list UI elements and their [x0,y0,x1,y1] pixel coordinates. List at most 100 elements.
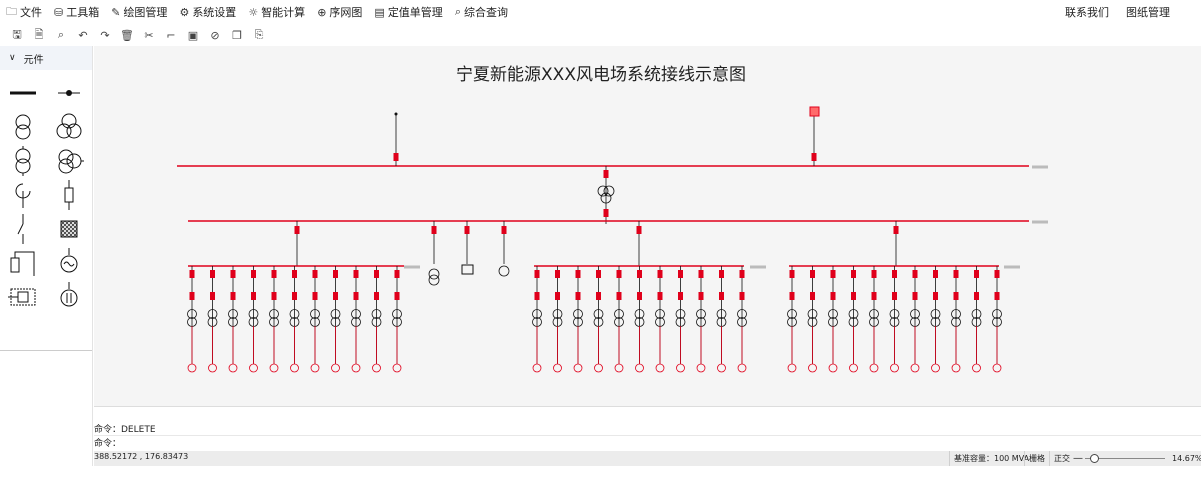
turbine-breaker [739,270,745,278]
redo-icon[interactable]: ↷ [94,25,116,45]
turbine-disconnector [394,292,400,300]
menu-item-7[interactable]: ⌕ 综合查询 [449,0,514,24]
undo-icon[interactable]: ↶ [72,25,94,45]
menu-item-label: 智能计算 [261,6,306,19]
turbine-disconnector [912,292,918,300]
node-tool[interactable] [52,77,86,109]
wind-turbine-generator [372,363,381,373]
zoom-slider-handle[interactable] [1090,454,1099,463]
collector-breaker [893,226,899,234]
tools-icon[interactable]: ✂ [138,25,160,45]
turbine-disconnector [830,292,836,300]
converter-tool[interactable] [6,281,40,313]
turbine-disconnector [189,292,195,300]
wind-turbine-generator [187,363,197,373]
turbine-breaker [698,270,704,278]
palette-divider [0,350,92,351]
save-icon[interactable]: 🖫 [6,25,28,45]
turbine-breaker [994,270,1000,278]
folder-icon: 🗀 [6,4,17,18]
ortho-toggle[interactable]: 正交 [1049,451,1074,466]
menu-item-3[interactable]: ⚙ 系统设置 [173,0,242,24]
delete-icon[interactable]: 🗑 [116,25,138,45]
zoom-icon[interactable]: ⌕ [50,25,72,45]
single-line-diagram[interactable] [94,46,1201,406]
turbine-breaker [210,270,215,278]
busbar-tool[interactable] [6,77,40,109]
drawings-label: 图纸管理 [1126,6,1170,19]
turbine-breaker [616,270,622,278]
menu-item-label: 绘图管理 [123,6,168,19]
grounding-breaker [811,153,817,161]
grid-toggle[interactable]: 栅格 [1024,451,1049,466]
menu-item-label: 文件 [20,6,42,19]
turbine-disconnector [251,292,256,300]
menu-item-label: 工具箱 [66,6,100,19]
ac-source-tool[interactable] [52,247,86,279]
component-palette [0,70,92,351]
two-winding-transformer-tool[interactable] [6,111,40,143]
turbine-breaker [292,270,297,278]
menu-item-5[interactable]: ⊕ 序网图 [311,0,368,24]
turbine-disconnector [678,292,683,300]
transformer-with-tap-tool[interactable] [6,145,40,177]
turbine-disconnector [871,292,877,300]
menu-item-0[interactable]: 🗀 文件 [0,0,48,24]
gear-icon: ⚙ [179,5,190,19]
paste-icon[interactable]: ⎘ [248,25,270,45]
station-transformer [428,268,440,280]
turbine-breaker [189,270,195,278]
menu-item-2[interactable]: ✎ 绘图管理 [105,0,173,24]
turbine-breaker [251,270,256,278]
wind-turbine-generator [696,363,706,373]
copy-icon[interactable]: ❐ [226,25,248,45]
wind-turbine-generator [972,363,981,373]
turbine-breaker [394,270,400,278]
save-as-icon[interactable]: 🗎 [28,25,50,45]
command-prompt-label: 命令： [94,439,122,449]
capacitor-tool[interactable] [52,281,86,313]
turbine-breaker [810,270,815,278]
turbine-disconnector [230,292,236,300]
fuse-tool[interactable] [52,179,86,211]
connect-icon[interactable]: ⌐ [160,25,182,45]
bus-label-placeholder [750,265,766,269]
turbine-breaker [657,270,663,278]
contact-us-menu[interactable]: 联系我们 [1065,0,1109,24]
rotate-icon[interactable]: ⊘ [204,25,226,45]
wind-turbine-generator [594,363,603,373]
drawing-canvas[interactable]: 宁夏新能源XXX风电场系统接线示意图 [94,46,1201,406]
main-transformer-lv-breaker [603,209,609,217]
grid-toggle-label: 栅格 [1029,454,1045,463]
image-icon[interactable]: ▣ [182,25,204,45]
component-panel-header[interactable]: ∨ 元件 [0,46,92,70]
grounding-grid-tool[interactable] [52,213,86,245]
zoom-out-button[interactable]: — [1073,451,1083,466]
main-transformer-hv-breaker [603,170,609,178]
chevron-down-icon: ∨ [9,53,16,63]
turbine-breaker [374,270,379,278]
menu-item-1[interactable]: ⛁ 工具箱 [48,0,105,24]
menu-item-4[interactable]: ☼ 智能计算 [242,0,311,24]
drawings-menu[interactable]: 图纸管理 [1126,0,1170,24]
command-input[interactable] [123,437,1024,448]
three-winding-tap-tool[interactable] [52,145,86,177]
reactor-tool[interactable] [6,179,40,211]
bulb-icon: ☼ [248,5,259,19]
turbine-breaker [312,270,318,278]
network-icon: ⊕ [317,5,327,19]
turbine-breaker [575,270,581,278]
component-panel: ∨ 元件 [0,46,93,466]
turbine-disconnector [210,292,215,300]
switch-tool[interactable] [6,213,40,245]
turbine-disconnector [851,292,856,300]
query-icon: ⌕ [454,5,461,18]
three-winding-transformer-tool[interactable] [52,111,86,143]
load-tool[interactable] [6,247,40,279]
wind-turbine-generator [951,363,961,373]
command-input-row: 命令： [94,435,1201,449]
wind-turbine-generator [249,363,258,373]
collector-breaker [294,226,300,234]
menu-item-6[interactable]: ▤ 定值单管理 [368,0,448,24]
turbine-disconnector [374,292,379,300]
